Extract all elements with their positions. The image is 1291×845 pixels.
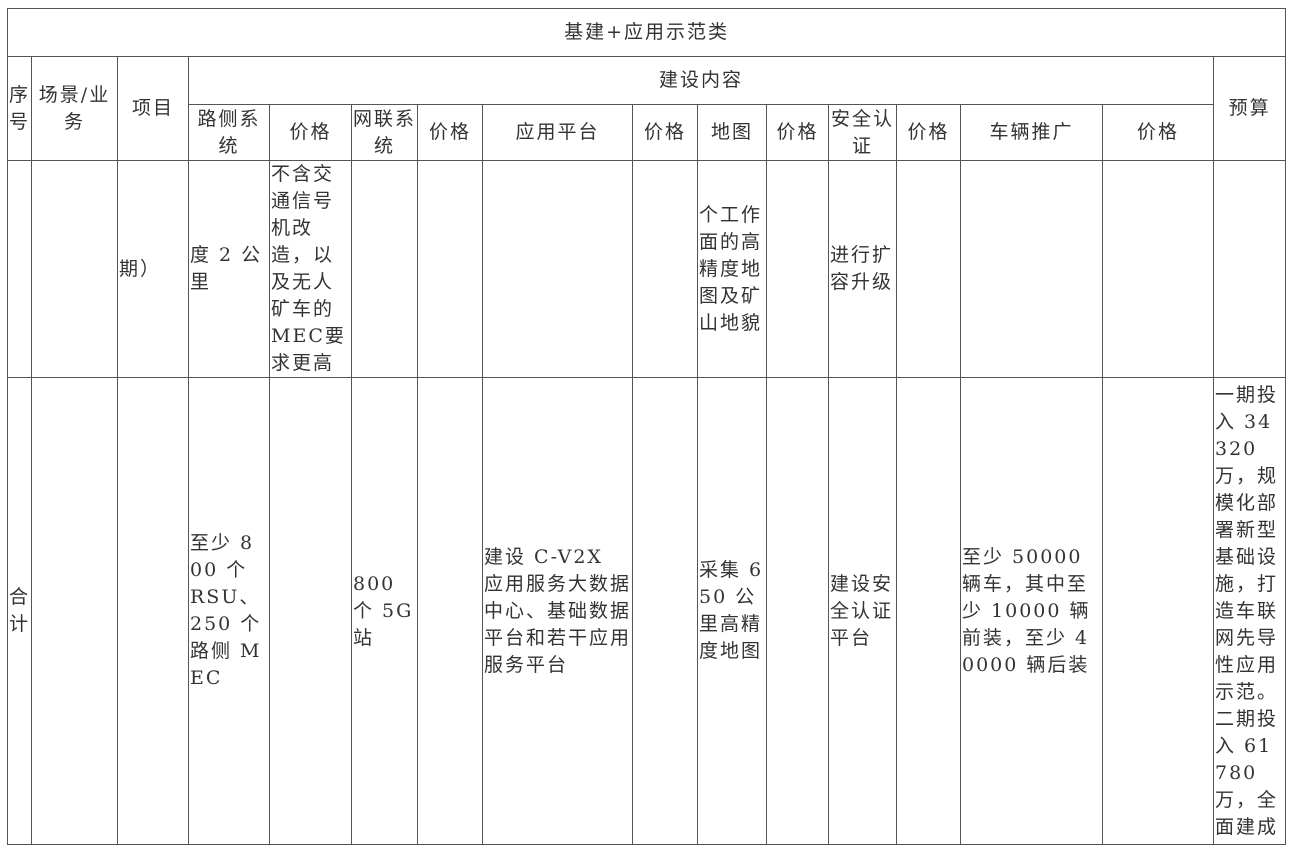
table-row: 期） 度 2 公里 不含交通信号机改造，以及无人矿车的MEC要求更高 个工作面的… [7, 160, 1287, 378]
header-price: 价格 [896, 104, 961, 161]
cell-price [1102, 160, 1214, 378]
header-price: 价格 [1102, 104, 1214, 161]
cell-map: 个工作面的高精度地图及矿山地貌 [697, 160, 767, 378]
table-title: 基建+应用示范类 [6, 8, 1287, 57]
cell-budget [1212, 160, 1287, 378]
header-price: 价格 [632, 104, 698, 161]
cell-price: 不含交通信号机改造，以及无人矿车的MEC要求更高 [269, 160, 352, 378]
cell-index [7, 160, 32, 378]
cell-network: 800 个 5G 站 [351, 377, 418, 845]
cell-index: 合计 [7, 377, 32, 845]
header-vehicle: 车辆推广 [960, 104, 1103, 161]
header-scenario: 场景/业务 [31, 56, 118, 161]
header-price: 价格 [269, 104, 352, 161]
budget-table: 基建+应用示范类 序号 场景/业务 项目 建设内容 预算 路侧系统 价格 网联系… [6, 8, 1287, 845]
header-content-group: 建设内容 [188, 56, 1214, 105]
cell-budget: 一期投入 34320 万，规模化部署新型基础设施，打造车联网先导性应用示范。二期… [1212, 377, 1287, 845]
header-price: 价格 [417, 104, 483, 161]
header-price: 价格 [766, 104, 829, 161]
cell-security: 建设安全认证平台 [828, 377, 897, 845]
cell-price [632, 377, 698, 845]
header-project: 项目 [117, 56, 189, 161]
cell-price [896, 160, 961, 378]
header-roadside: 路侧系统 [188, 104, 270, 161]
header-map: 地图 [697, 104, 767, 161]
table-row-total: 合计 至少 800 个 RSU、250 个路侧 MEC 800 个 5G 站 建… [7, 377, 1287, 845]
cell-price [417, 160, 483, 378]
cell-price [417, 377, 483, 845]
cell-scenario [31, 160, 118, 378]
cell-price [269, 377, 352, 845]
cell-roadside: 度 2 公里 [188, 160, 270, 378]
cell-price [1102, 377, 1214, 845]
cell-price [632, 160, 698, 378]
cell-price [896, 377, 961, 845]
cell-roadside: 至少 800 个 RSU、250 个路侧 MEC [188, 377, 270, 845]
header-budget: 预算 [1212, 56, 1287, 161]
header-platform: 应用平台 [482, 104, 633, 161]
cell-scenario [31, 377, 118, 845]
cell-price [766, 160, 829, 378]
cell-price [766, 377, 829, 845]
cell-security: 进行扩容升级 [828, 160, 897, 378]
cell-project: 期） [117, 160, 189, 378]
cell-vehicle [960, 160, 1103, 378]
cell-network [351, 160, 418, 378]
cell-vehicle: 至少 50000 辆车，其中至少 10000 辆前装，至少 40000 辆后装 [960, 377, 1103, 845]
cell-map: 采集 650 公里高精度地图 [697, 377, 767, 845]
header-index: 序号 [7, 56, 32, 161]
header-security: 安全认证 [828, 104, 897, 161]
header-network: 网联系统 [351, 104, 418, 161]
cell-platform [482, 160, 633, 378]
cell-project [117, 377, 189, 845]
cell-platform: 建设 C-V2X 应用服务大数据中心、基础数据平台和若干应用服务平台 [482, 377, 633, 845]
